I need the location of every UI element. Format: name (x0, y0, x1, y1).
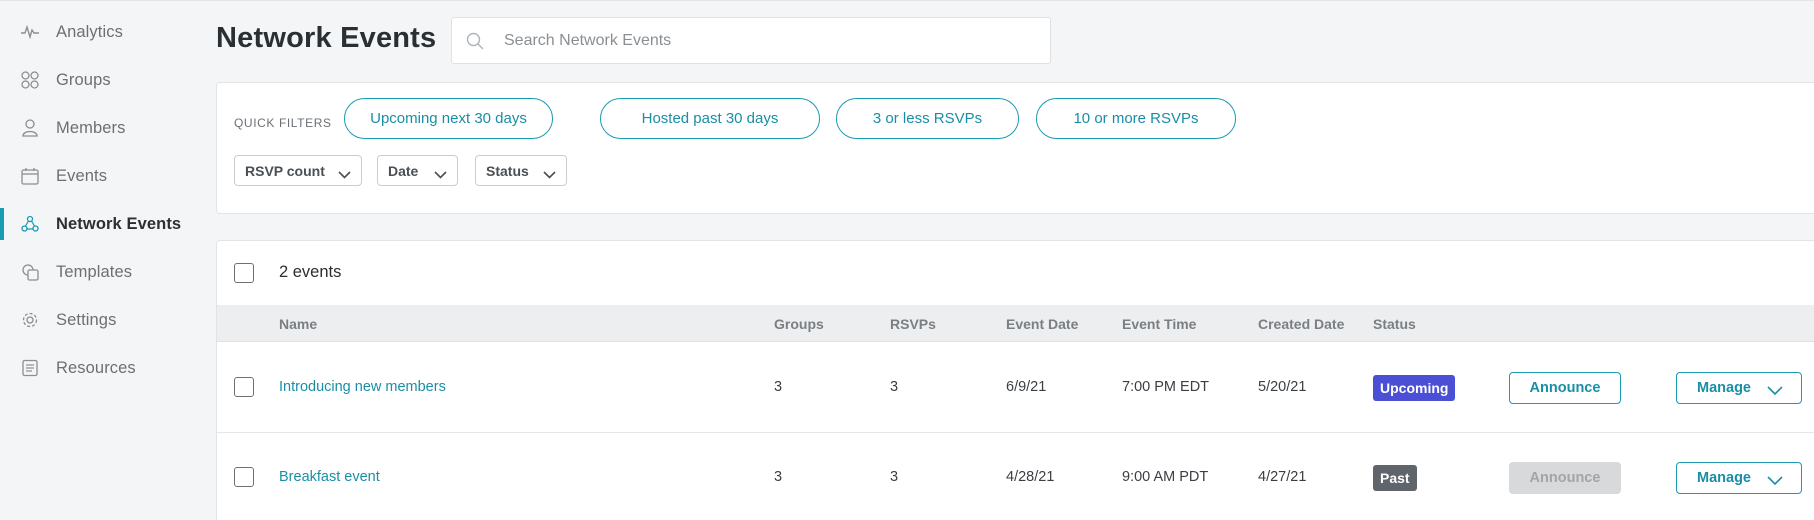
sidebar-item-label: Events (56, 166, 108, 185)
manage-label: Manage (1697, 380, 1751, 396)
row-checkbox[interactable] (234, 377, 254, 397)
sidebar-item-label: Settings (56, 310, 117, 329)
sidebar-item-label: Resources (56, 358, 136, 377)
gear-icon (20, 311, 40, 329)
select-all-checkbox[interactable] (234, 263, 254, 283)
events-table: 2 events Name Groups RSVPs Event Date Ev… (216, 240, 1814, 520)
column-header-created-date[interactable]: Created Date (1258, 316, 1344, 332)
page-title: Network Events (216, 22, 437, 54)
chevron-down-icon (338, 166, 351, 182)
rsvps-cell: 3 (890, 379, 899, 395)
status-badge: Upcoming (1373, 375, 1456, 401)
quick-filters-label: QUICK FILTERS (234, 116, 332, 130)
table-header: Name Groups RSVPs Event Date Event Time … (217, 305, 1814, 342)
active-indicator (0, 208, 4, 240)
chevron-down-icon (543, 166, 556, 182)
chevron-down-icon (1767, 473, 1783, 489)
search-input[interactable] (504, 28, 1024, 54)
sidebar-item-label: Network Events (56, 214, 182, 233)
announce-button[interactable]: Announce (1509, 372, 1621, 404)
groups-cell: 3 (774, 379, 783, 395)
column-header-rsvps[interactable]: RSVPs (890, 316, 936, 332)
sidebar-item-network-events[interactable]: Network Events (0, 208, 212, 240)
events-count: 2 events (279, 263, 342, 281)
search-icon (466, 32, 484, 55)
sidebar-item-resources[interactable]: Resources (0, 352, 212, 384)
filters-panel: QUICK FILTERS Upcoming next 30 days Host… (216, 82, 1814, 214)
rsvp-count-dropdown[interactable]: RSVP count (234, 155, 362, 186)
templates-icon (20, 263, 40, 281)
column-header-status[interactable]: Status (1373, 316, 1416, 332)
column-header-groups[interactable]: Groups (774, 316, 824, 332)
event-name-link[interactable]: Introducing new members (279, 379, 446, 395)
sidebar-item-templates[interactable]: Templates (0, 256, 212, 288)
analytics-icon (20, 23, 40, 41)
sidebar-item-settings[interactable]: Settings (0, 304, 212, 336)
quick-filter-upcoming[interactable]: Upcoming next 30 days (344, 98, 553, 139)
groups-icon (20, 71, 40, 89)
dropdown-label: RSVP count (245, 162, 325, 179)
created-date-cell: 4/27/21 (1258, 469, 1307, 485)
sidebar-item-label: Groups (56, 70, 111, 89)
rsvps-cell: 3 (890, 469, 899, 485)
quick-filter-many-rsvps[interactable]: 10 or more RSVPs (1036, 98, 1236, 139)
manage-button[interactable]: Manage (1676, 372, 1802, 404)
row-checkbox[interactable] (234, 467, 254, 487)
sidebar-item-label: Members (56, 118, 126, 137)
resources-icon (20, 359, 40, 377)
event-date-cell: 4/28/21 (1006, 469, 1055, 485)
sidebar-item-label: Templates (56, 262, 133, 281)
calendar-icon (20, 167, 40, 185)
event-name-link[interactable]: Breakfast event (279, 469, 380, 485)
created-date-cell: 5/20/21 (1258, 379, 1307, 395)
event-time-cell: 7:00 PM EDT (1122, 379, 1210, 395)
dropdown-label: Status (486, 162, 529, 179)
status-badge: Past (1373, 465, 1417, 491)
sidebar-item-label: Analytics (56, 22, 123, 41)
quick-filter-hosted-past[interactable]: Hosted past 30 days (600, 98, 820, 139)
sidebar: Analytics Groups Members Events Network … (0, 0, 212, 520)
sidebar-item-analytics[interactable]: Analytics (0, 16, 212, 48)
table-row: Introducing new members 3 3 6/9/21 7:00 … (217, 343, 1814, 433)
quick-filter-few-rsvps[interactable]: 3 or less RSVPs (836, 98, 1019, 139)
manage-button[interactable]: Manage (1676, 462, 1802, 494)
status-dropdown[interactable]: Status (475, 155, 567, 186)
chevron-down-icon (434, 166, 447, 182)
table-row: Breakfast event 3 3 4/28/21 9:00 AM PDT … (217, 433, 1814, 520)
network-icon (20, 215, 40, 233)
groups-cell: 3 (774, 469, 783, 485)
event-time-cell: 9:00 AM PDT (1122, 469, 1209, 485)
members-icon (20, 119, 40, 137)
column-header-name[interactable]: Name (279, 316, 317, 332)
top-divider (0, 0, 1814, 1)
event-date-cell: 6/9/21 (1006, 379, 1047, 395)
dropdown-label: Date (388, 162, 419, 179)
sidebar-item-groups[interactable]: Groups (0, 64, 212, 96)
announce-button: Announce (1509, 462, 1621, 494)
sidebar-item-events[interactable]: Events (0, 160, 212, 192)
search-box[interactable] (451, 17, 1051, 64)
column-header-event-date[interactable]: Event Date (1006, 316, 1078, 332)
manage-label: Manage (1697, 470, 1751, 486)
date-dropdown[interactable]: Date (377, 155, 458, 186)
column-header-event-time[interactable]: Event Time (1122, 316, 1196, 332)
sidebar-item-members[interactable]: Members (0, 112, 212, 144)
chevron-down-icon (1767, 383, 1783, 399)
